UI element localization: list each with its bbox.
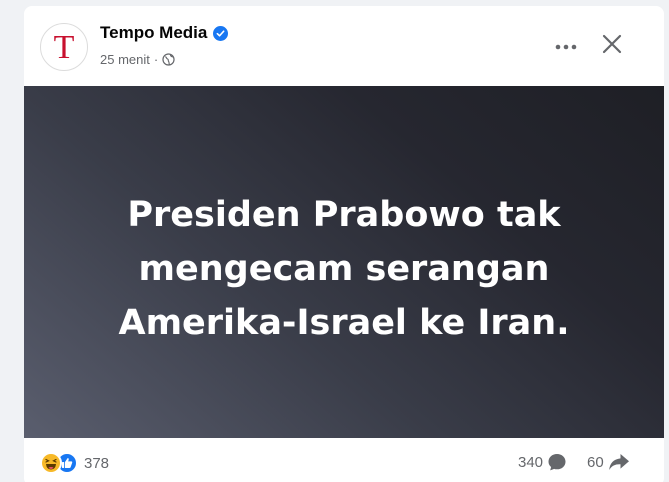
post-meta: 25 menit · (100, 52, 175, 67)
meta-separator: · (153, 52, 159, 67)
more-options-icon (555, 37, 577, 55)
reactions-summary[interactable]: 378 (40, 452, 109, 474)
page-name-row: Tempo Media (100, 23, 229, 43)
post-header: T Tempo Media 25 menit · (24, 6, 664, 86)
comment-count: 340 (518, 453, 544, 471)
haha-reaction-icon (40, 452, 62, 474)
reaction-count: 378 (84, 454, 110, 472)
share-count-button[interactable]: 60 (587, 452, 630, 472)
avatar-logo-letter: T (53, 29, 75, 66)
post-image-text: Presiden Prabowo tak mengecam serangan A… (118, 195, 570, 343)
post-footer: 378 340 60 (24, 438, 664, 482)
comment-count-button[interactable]: 340 (518, 452, 567, 472)
close-icon (602, 34, 622, 59)
more-options-button[interactable] (548, 28, 584, 64)
verified-badge-icon (213, 25, 229, 41)
globe-icon[interactable] (162, 53, 175, 66)
page-avatar[interactable]: T (40, 23, 88, 71)
page-name-link[interactable]: Tempo Media (100, 23, 207, 43)
post-image[interactable]: Presiden Prabowo tak mengecam serangan A… (24, 86, 664, 438)
comment-bubble-icon (547, 452, 567, 472)
close-button[interactable] (594, 28, 630, 64)
share-count: 60 (587, 453, 604, 471)
post-card: T Tempo Media 25 menit · Presiden Prabow… (24, 6, 664, 482)
share-arrow-icon (608, 452, 630, 472)
post-timestamp[interactable]: 25 menit (100, 52, 150, 67)
